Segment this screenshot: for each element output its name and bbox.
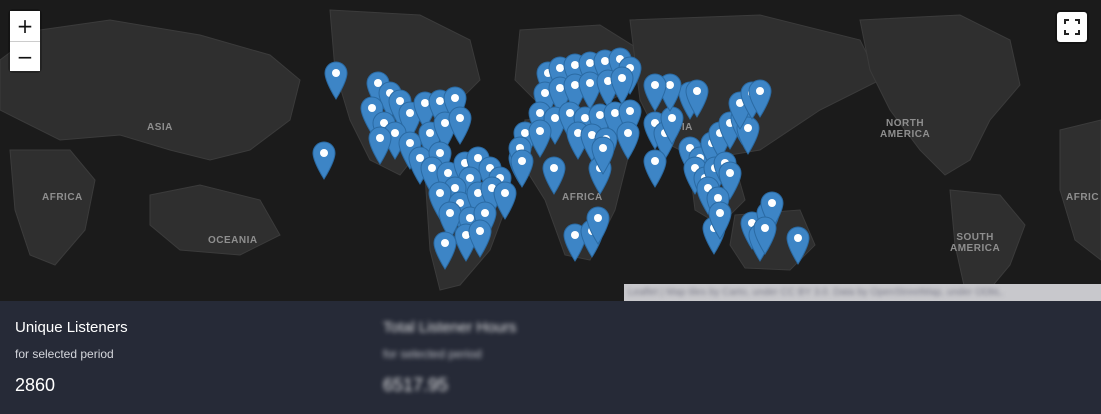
map-attribution: Leaflet | Map tiles by Carto, under CC B…: [624, 284, 1101, 301]
stat-value: 2860: [15, 375, 56, 395]
map-pin-icon[interactable]: [642, 72, 668, 112]
listener-map-widget: ASIA AFRICA OCEANIA AFRICA ASIA NORTH AM…: [0, 0, 1101, 414]
zoom-control: + −: [10, 11, 40, 71]
map-pin-icon[interactable]: [642, 148, 668, 188]
region-label-africa-right: AFRIC: [1066, 192, 1100, 203]
map-pin-icon[interactable]: [684, 78, 710, 118]
region-label-south-america: SOUTH AMERICA: [950, 232, 1001, 254]
zoom-out-button[interactable]: −: [10, 41, 40, 71]
stat-title: Unique Listeners: [15, 319, 128, 336]
stat-value: 6517.95: [383, 375, 449, 395]
region-label-asia: ASIA: [147, 122, 173, 133]
region-label-oceania: OCEANIA: [208, 235, 258, 246]
stat-subtitle: for selected period: [383, 347, 482, 361]
region-label-north-america: NORTH AMERICA: [880, 118, 931, 140]
region-label-africa: AFRICA: [42, 192, 83, 203]
map-pin-icon[interactable]: [467, 218, 493, 258]
map-pin-icon[interactable]: [585, 205, 611, 245]
map-pin-icon[interactable]: [707, 200, 733, 240]
listener-map[interactable]: ASIA AFRICA OCEANIA AFRICA ASIA NORTH AM…: [0, 0, 1101, 301]
map-pin-icon[interactable]: [323, 60, 349, 100]
attribution-text: Leaflet | Map tiles by Carto, under CC B…: [628, 287, 1004, 298]
map-pin-icon[interactable]: [367, 125, 393, 165]
stat-subtitle: for selected period: [15, 347, 114, 361]
map-pin-icon[interactable]: [615, 120, 641, 160]
stats-panel: Unique Listeners for selected period 286…: [0, 301, 1101, 414]
map-pin-icon[interactable]: [509, 148, 535, 188]
map-pin-icon[interactable]: [747, 78, 773, 118]
map-pin-icon[interactable]: [752, 215, 778, 255]
map-pin-icon[interactable]: [311, 140, 337, 180]
map-pin-icon[interactable]: [785, 225, 811, 265]
fullscreen-icon: [1064, 19, 1080, 35]
map-pin-icon[interactable]: [447, 105, 473, 145]
map-pin-icon[interactable]: [590, 135, 616, 175]
map-pin-icon[interactable]: [541, 155, 567, 195]
fullscreen-button[interactable]: [1057, 12, 1087, 42]
zoom-in-button[interactable]: +: [10, 11, 40, 41]
stat-title: Total Listener Hours: [383, 319, 517, 336]
